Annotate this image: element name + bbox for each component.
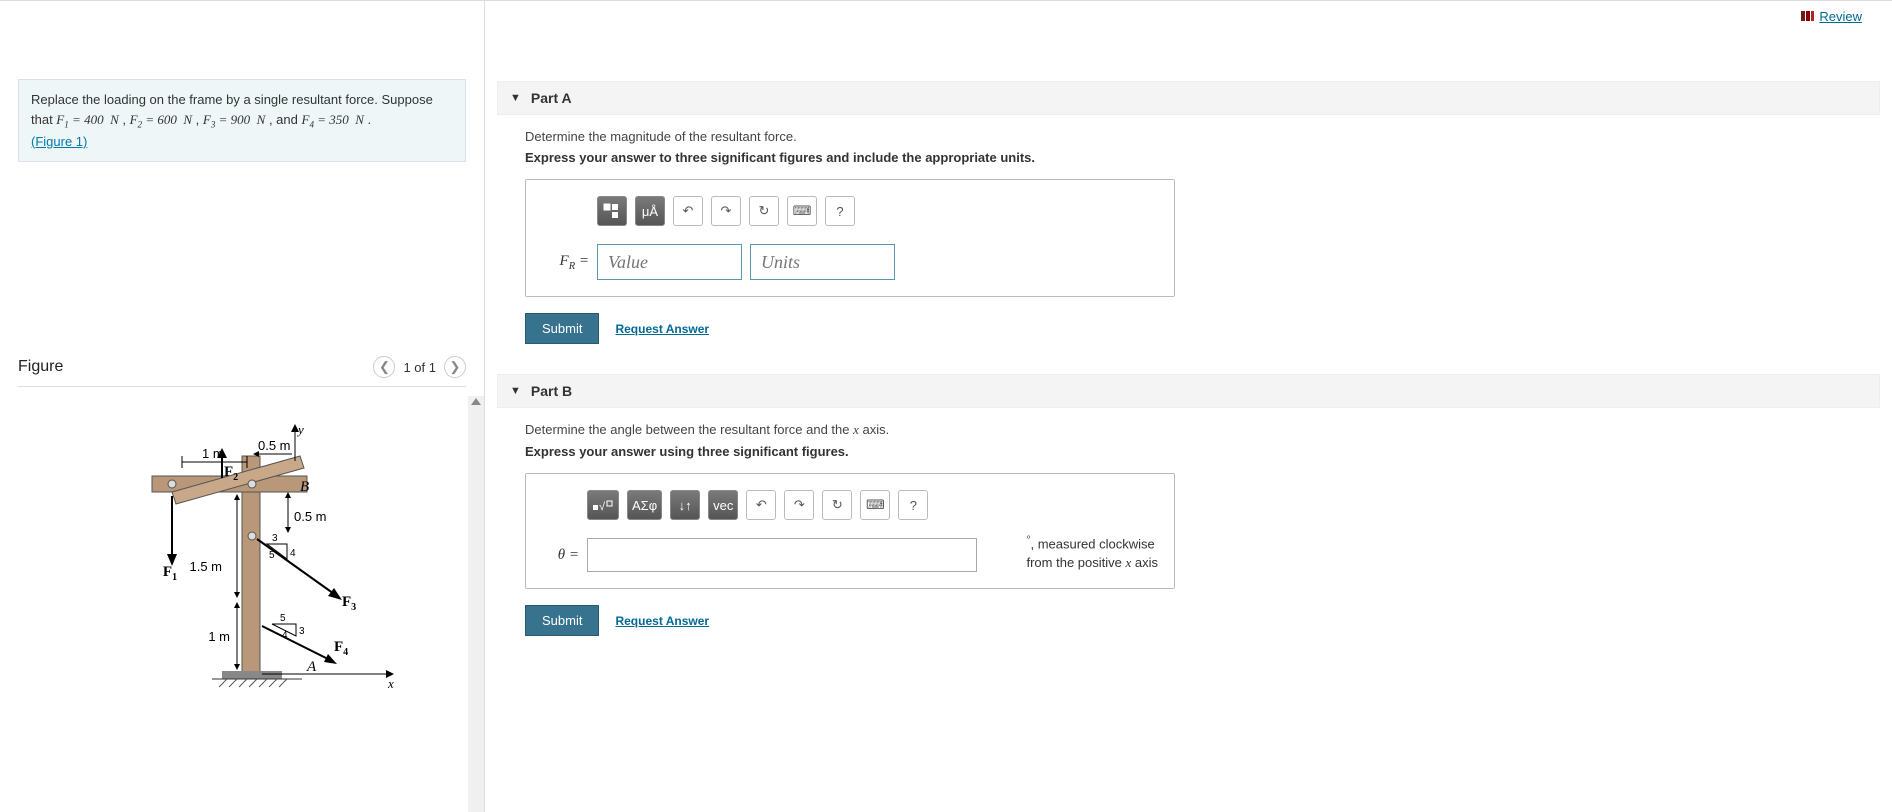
theta-label: θ = <box>542 547 587 564</box>
part-a-title: Part A <box>531 90 572 106</box>
figure-count: 1 of 1 <box>403 360 436 375</box>
request-answer-a[interactable]: Request Answer <box>615 322 709 336</box>
part-b-answer-box: √ ΑΣφ ↓↑ vec ↶ ↷ ↻ ⌨ ? θ = <box>525 473 1175 589</box>
part-b-prompt: Determine the angle between the resultan… <box>525 422 1880 438</box>
undo-button[interactable]: ↶ <box>673 196 703 226</box>
dim-15m: 1.5 m <box>189 559 222 574</box>
sort-button[interactable]: ↓↑ <box>670 490 700 520</box>
part-b-instruction: Express your answer using three signific… <box>525 444 1880 459</box>
units-input[interactable] <box>750 244 895 280</box>
figure-scrollbar[interactable] <box>468 396 484 812</box>
part-b-suffix: °, measured clockwise from the positive … <box>1026 534 1158 572</box>
review-label: Review <box>1819 9 1862 24</box>
figure-title: Figure <box>18 358 63 376</box>
point-b-label: B <box>300 479 309 495</box>
reset-button[interactable]: ↻ <box>749 196 779 226</box>
templates-button-b[interactable]: √ <box>587 490 619 520</box>
caret-down-icon: ▼ <box>510 92 521 104</box>
axis-y-label: y <box>296 422 304 437</box>
force-f1-label: F1 <box>163 564 177 583</box>
keyboard-button[interactable]: ⌨ <box>787 196 817 226</box>
mu-a-button[interactable]: μÅ <box>635 196 665 226</box>
redo-button-b[interactable]: ↷ <box>784 490 814 520</box>
templates-button[interactable] <box>597 196 627 226</box>
f2-val: F2 = 600 N <box>130 112 192 127</box>
dim-05m-a: 0.5 m <box>258 438 291 453</box>
dim-05m-b: 0.5 m <box>294 509 327 524</box>
slope-t4: 4 <box>282 630 288 641</box>
part-a-answer-box: μÅ ↶ ↷ ↻ ⌨ ? FR = <box>525 179 1175 297</box>
slope-4: 4 <box>290 548 296 559</box>
value-input[interactable] <box>597 244 742 280</box>
caret-down-icon: ▼ <box>510 385 521 397</box>
axis-x-label: x <box>387 676 394 691</box>
help-button-b[interactable]: ? <box>898 490 928 520</box>
undo-button-b[interactable]: ↶ <box>746 490 776 520</box>
f4-val: F4 = 350 N <box>301 112 363 127</box>
slope-t5: 5 <box>280 613 286 624</box>
force-f4-label: F4 <box>334 639 348 658</box>
dim-1m-b: 1 m <box>208 629 230 644</box>
figure-prev-button[interactable]: ❮ <box>373 356 395 378</box>
part-b-title: Part B <box>531 383 572 399</box>
review-link[interactable]: Review <box>1801 9 1862 24</box>
review-icon <box>1801 11 1815 21</box>
figure-next-button[interactable]: ❯ <box>444 356 466 378</box>
part-a-instruction: Express your answer to three significant… <box>525 150 1880 165</box>
problem-statement: Replace the loading on the frame by a si… <box>18 79 466 162</box>
figure-area: y x B A 1 m 0.5 m 0.5 m 1.5 m <box>0 396 484 812</box>
request-answer-b[interactable]: Request Answer <box>615 614 709 628</box>
part-b-header[interactable]: ▼ Part B <box>497 374 1880 408</box>
theta-input[interactable] <box>587 538 977 572</box>
submit-button-b[interactable]: Submit <box>525 605 599 636</box>
submit-button-a[interactable]: Submit <box>525 313 599 344</box>
keyboard-button-b[interactable]: ⌨ <box>860 490 890 520</box>
fr-label: FR = <box>542 253 597 272</box>
part-a-header[interactable]: ▼ Part A <box>497 81 1880 115</box>
svg-text:√: √ <box>599 501 606 513</box>
f3-val: F3 = 900 N <box>203 112 265 127</box>
greek-button[interactable]: ΑΣφ <box>627 490 662 520</box>
force-f3-label: F3 <box>342 594 356 613</box>
slope-3: 3 <box>272 533 278 544</box>
f1-val: F1 = 400 N <box>56 112 118 127</box>
figure-link[interactable]: (Figure 1) <box>31 134 87 149</box>
figure-svg: y x B A 1 m 0.5 m 0.5 m 1.5 m <box>72 406 412 696</box>
help-button[interactable]: ? <box>825 196 855 226</box>
vec-button[interactable]: vec <box>708 490 738 520</box>
slope-5: 5 <box>269 550 275 561</box>
slope-t3: 3 <box>299 626 305 637</box>
point-a-label: A <box>306 659 317 675</box>
reset-button-b[interactable]: ↻ <box>822 490 852 520</box>
redo-button[interactable]: ↷ <box>711 196 741 226</box>
part-a-prompt: Determine the magnitude of the resultant… <box>525 129 1880 144</box>
